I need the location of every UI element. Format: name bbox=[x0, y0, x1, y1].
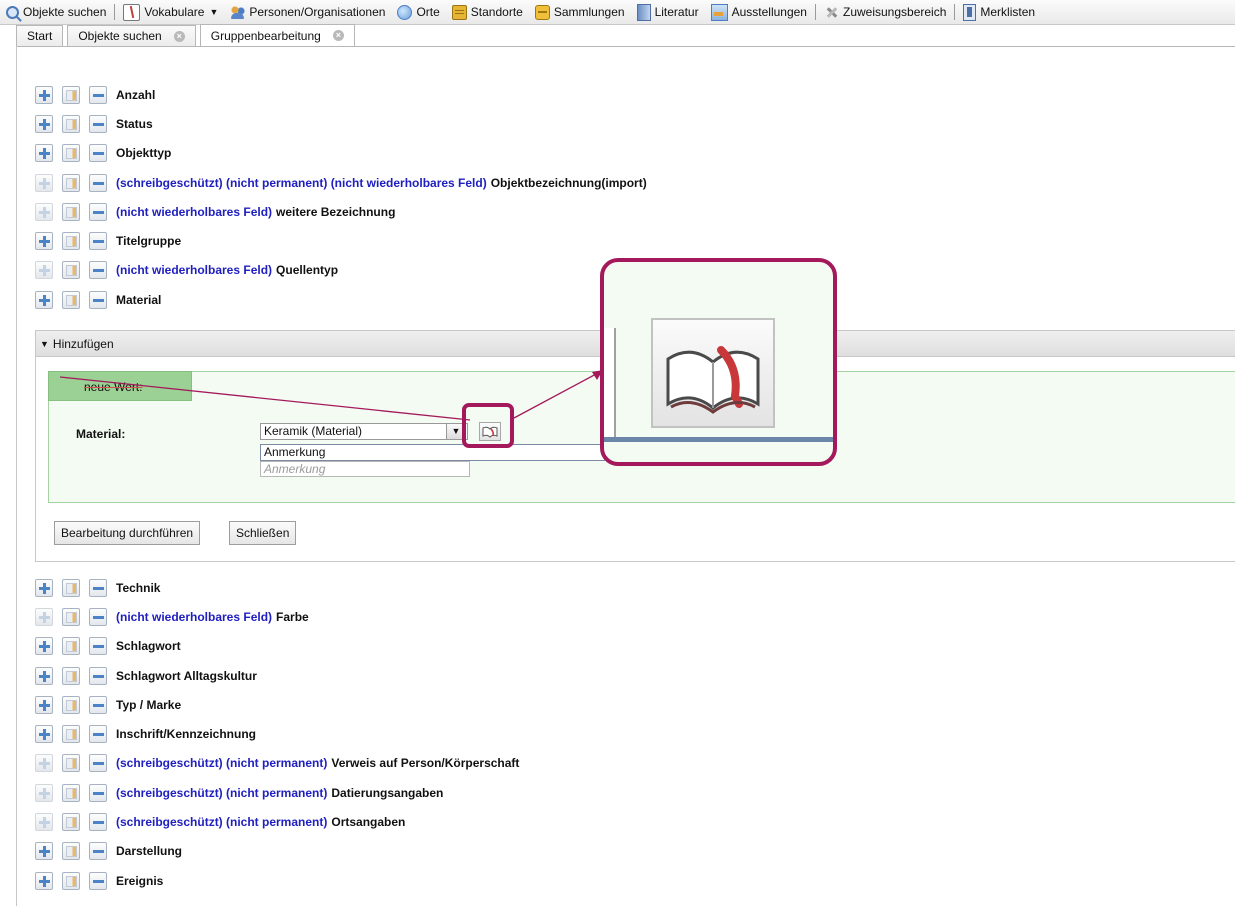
book-icon bbox=[666, 346, 760, 414]
highlight-box bbox=[462, 403, 514, 448]
zoom-underline bbox=[604, 437, 833, 442]
zoom-callout bbox=[600, 258, 837, 466]
zoomed-vocabulary-button bbox=[651, 318, 775, 428]
zoom-edge bbox=[604, 328, 616, 438]
